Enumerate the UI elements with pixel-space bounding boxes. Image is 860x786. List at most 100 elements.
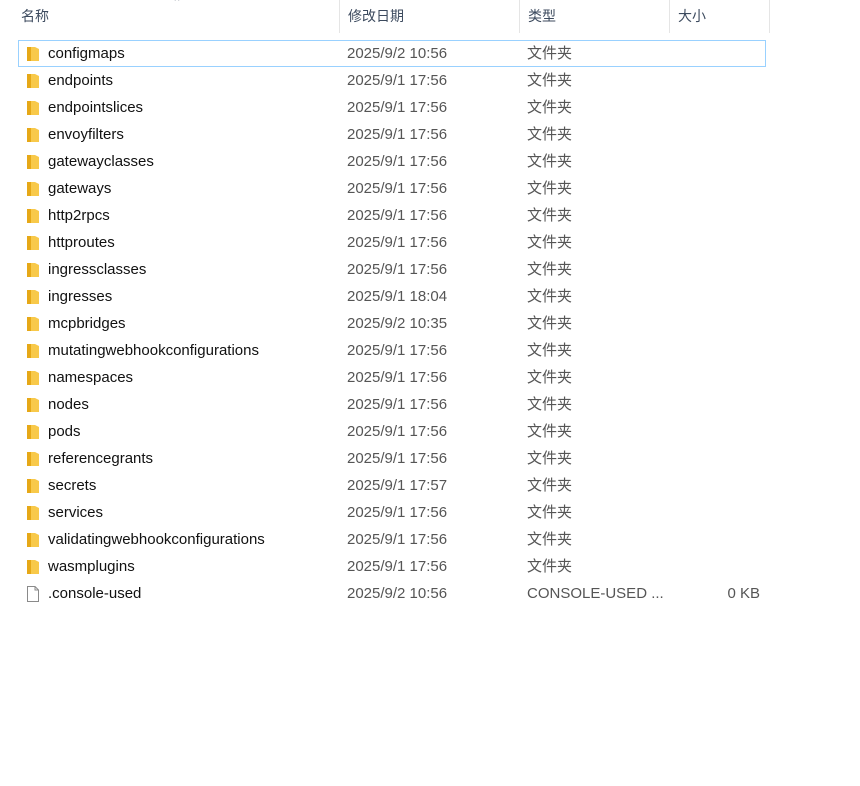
file-name: referencegrants <box>48 450 154 467</box>
file-date-modified: 2025/9/1 18:04 <box>347 288 448 305</box>
folder-icon <box>26 397 40 413</box>
file-date-modified: 2025/9/1 17:56 <box>347 261 448 278</box>
file-type: 文件夹 <box>527 423 573 440</box>
file-type: 文件夹 <box>527 180 573 197</box>
file-date-modified: 2025/9/1 17:56 <box>347 531 448 548</box>
file-row[interactable]: wasmplugins 2025/9/1 17:56 文件夹 <box>18 553 766 580</box>
file-row[interactable]: gateways 2025/9/1 17:56 文件夹 <box>18 175 766 202</box>
file-row[interactable]: configmaps 2025/9/2 10:56 文件夹 <box>18 40 766 67</box>
file-row[interactable]: nodes 2025/9/1 17:56 文件夹 <box>18 391 766 418</box>
file-name: namespaces <box>48 369 134 386</box>
file-date-modified: 2025/9/1 17:57 <box>347 477 448 494</box>
folder-icon <box>26 316 40 332</box>
folder-icon <box>26 343 40 359</box>
file-type: 文件夹 <box>527 288 573 305</box>
folder-icon <box>26 505 40 521</box>
file-type: 文件夹 <box>527 126 573 143</box>
file-name: nodes <box>48 396 89 413</box>
file-size <box>667 554 760 579</box>
file-size <box>667 122 760 147</box>
file-row[interactable]: http2rpcs 2025/9/1 17:56 文件夹 <box>18 202 766 229</box>
folder-icon <box>26 181 40 197</box>
file-type: 文件夹 <box>527 315 573 332</box>
folder-icon <box>26 289 40 305</box>
file-row[interactable]: .console-used 2025/9/2 10:56 CONSOLE-USED … <box>18 580 766 607</box>
folder-icon <box>26 100 40 116</box>
folder-icon <box>26 424 40 440</box>
file-type: 文件夹 <box>527 396 573 413</box>
file-size <box>667 500 760 525</box>
file-size <box>667 446 760 471</box>
file-date-modified: 2025/9/1 17:56 <box>347 153 448 170</box>
file-size <box>667 365 760 390</box>
file-name: endpointslices <box>48 99 144 116</box>
file-row[interactable]: mcpbridges 2025/9/2 10:35 文件夹 <box>18 310 766 337</box>
file-date-modified: 2025/9/2 10:35 <box>347 315 448 332</box>
file-row[interactable]: gatewayclasses 2025/9/1 17:56 文件夹 <box>18 148 766 175</box>
file-type: 文件夹 <box>527 531 573 548</box>
file-date-modified: 2025/9/1 17:56 <box>347 342 448 359</box>
file-date-modified: 2025/9/1 17:56 <box>347 234 448 251</box>
file-size <box>667 230 760 255</box>
file-row[interactable]: envoyfilters 2025/9/1 17:56 文件夹 <box>18 121 766 148</box>
file-type: 文件夹 <box>527 342 573 359</box>
file-date-modified: 2025/9/1 17:56 <box>347 396 448 413</box>
file-name: .console-used <box>48 585 142 602</box>
file-row[interactable]: pods 2025/9/1 17:56 文件夹 <box>18 418 766 445</box>
file-row[interactable]: ingressclasses 2025/9/1 17:56 文件夹 <box>18 256 766 283</box>
column-header-type[interactable]: 类型 <box>520 0 670 33</box>
file-date-modified: 2025/9/2 10:56 <box>347 585 448 602</box>
file-type: 文件夹 <box>527 99 573 116</box>
column-header-size[interactable]: 大小 <box>670 0 770 33</box>
file-type: 文件夹 <box>527 477 573 494</box>
file-type: 文件夹 <box>527 45 573 62</box>
file-size <box>667 257 760 282</box>
file-size <box>667 41 760 66</box>
file-name: wasmplugins <box>48 558 135 575</box>
folder-icon <box>26 478 40 494</box>
file-name: mcpbridges <box>48 315 126 332</box>
file-type: 文件夹 <box>527 207 573 224</box>
file-date-modified: 2025/9/1 17:56 <box>347 207 448 224</box>
folder-icon <box>26 262 40 278</box>
file-name: endpoints <box>48 72 114 89</box>
file-type: 文件夹 <box>527 369 573 386</box>
file-size <box>667 311 760 336</box>
file-size <box>667 284 760 309</box>
folder-icon <box>26 46 40 62</box>
file-name: ingresses <box>48 288 113 305</box>
file-row[interactable]: namespaces 2025/9/1 17:56 文件夹 <box>18 364 766 391</box>
file-type: CONSOLE-USED ... <box>527 585 664 602</box>
file-name: gatewayclasses <box>48 153 154 170</box>
file-row[interactable]: secrets 2025/9/1 17:57 文件夹 <box>18 472 766 499</box>
file-name: gateways <box>48 180 112 197</box>
file-row[interactable]: endpointslices 2025/9/1 17:56 文件夹 <box>18 94 766 121</box>
column-header-date-modified[interactable]: 修改日期 <box>340 0 520 33</box>
file-row[interactable]: ingresses 2025/9/1 18:04 文件夹 <box>18 283 766 310</box>
file-row[interactable]: mutatingwebhookconfigurations 2025/9/1 17… <box>18 337 766 364</box>
file-row[interactable]: httproutes 2025/9/1 17:56 文件夹 <box>18 229 766 256</box>
file-date-modified: 2025/9/1 17:56 <box>347 504 448 521</box>
file-icon <box>26 586 40 602</box>
folder-icon <box>26 451 40 467</box>
file-name: validatingwebhookconfigurations <box>48 531 265 548</box>
sort-ascending-caret-icon: ^ <box>174 0 180 7</box>
file-name: ingressclasses <box>48 261 147 278</box>
folder-icon <box>26 73 40 89</box>
file-row[interactable]: services 2025/9/1 17:56 文件夹 <box>18 499 766 526</box>
file-size <box>667 95 760 120</box>
file-size: 0 KB <box>727 585 760 602</box>
file-row[interactable]: endpoints 2025/9/1 17:56 文件夹 <box>18 67 766 94</box>
folder-icon <box>26 127 40 143</box>
file-date-modified: 2025/9/1 17:56 <box>347 72 448 89</box>
file-size <box>667 176 760 201</box>
file-type: 文件夹 <box>527 504 573 521</box>
file-type: 文件夹 <box>527 261 573 278</box>
file-type: 文件夹 <box>527 450 573 467</box>
file-size <box>667 338 760 363</box>
file-date-modified: 2025/9/2 10:56 <box>347 45 448 62</box>
file-name: services <box>48 504 104 521</box>
file-row[interactable]: referencegrants 2025/9/1 17:56 文件夹 <box>18 445 766 472</box>
file-row[interactable]: validatingwebhookconfigurations 2025/9/1 … <box>18 526 766 553</box>
column-header-bar: 名称 ^ 修改日期 类型 大小 <box>0 0 770 33</box>
